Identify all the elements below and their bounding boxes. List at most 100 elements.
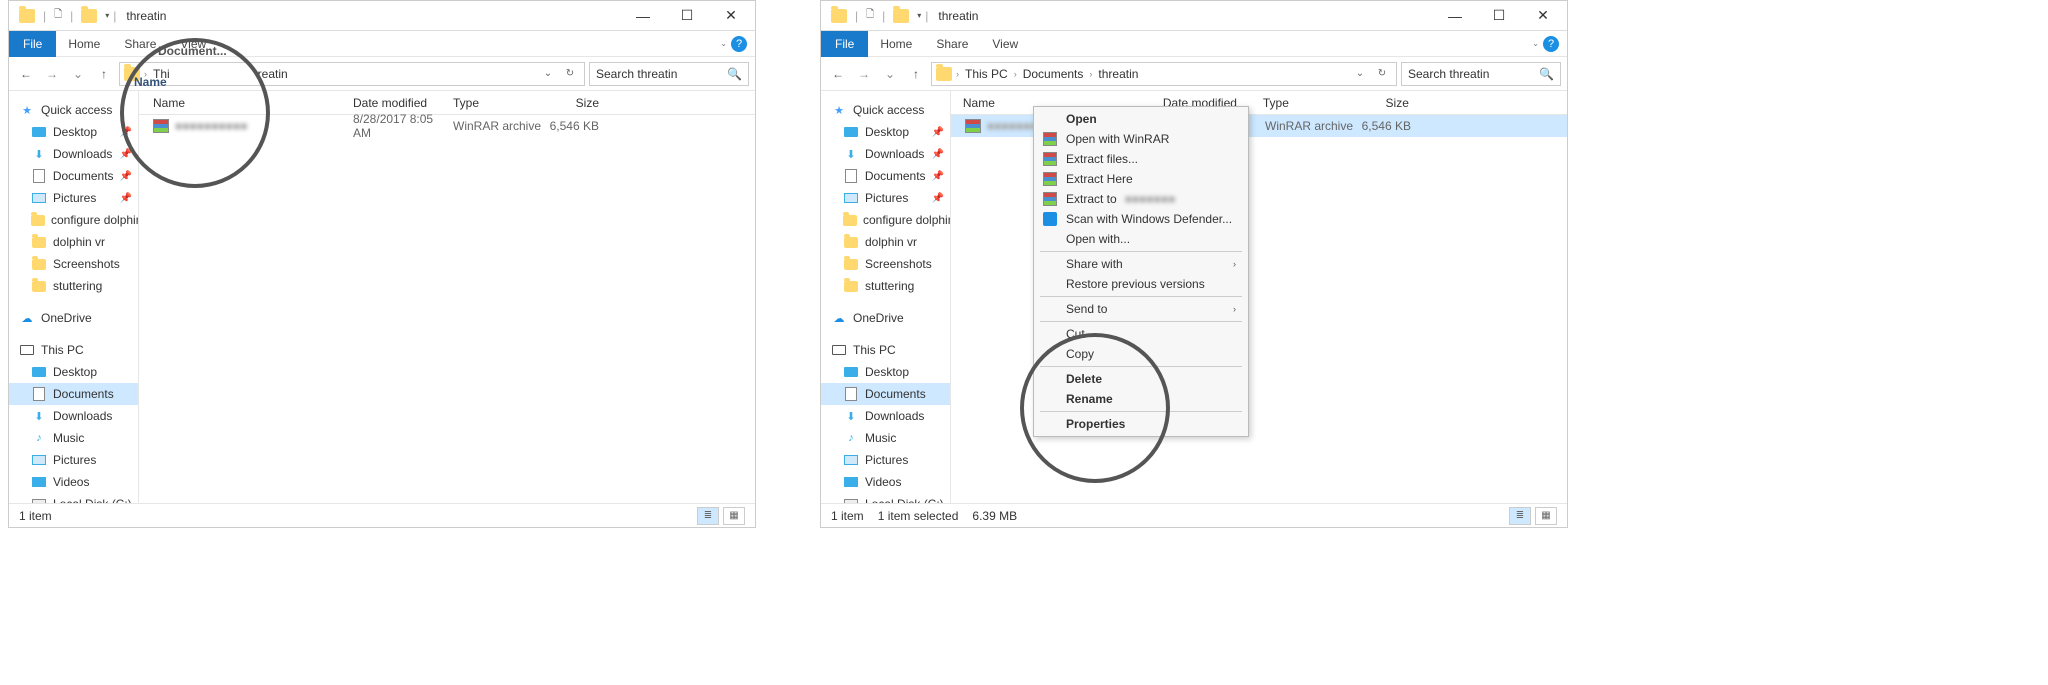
- chevron-right-icon[interactable]: ›: [1014, 69, 1017, 79]
- sidebar-this-pc[interactable]: This PC: [9, 339, 138, 361]
- sidebar-documents[interactable]: Documents: [9, 383, 138, 405]
- nav-forward-button[interactable]: →: [41, 63, 63, 85]
- file-row[interactable]: ■■■■■■■■■■ 8/28/2017 8:05 AM WinRAR arch…: [139, 115, 755, 137]
- view-tab[interactable]: View: [980, 32, 1030, 56]
- file-tab[interactable]: File: [9, 31, 56, 57]
- sidebar-music[interactable]: ♪Music: [9, 427, 138, 449]
- refresh-icon[interactable]: ↻: [1372, 63, 1392, 85]
- sidebar-videos[interactable]: Videos: [821, 471, 950, 493]
- minimize-button[interactable]: —: [1433, 2, 1477, 30]
- refresh-icon[interactable]: ↻: [560, 63, 580, 85]
- nav-forward-button[interactable]: →: [853, 63, 875, 85]
- nav-back-button[interactable]: ←: [15, 63, 37, 85]
- file-tab[interactable]: File: [821, 31, 868, 57]
- sidebar-pictures[interactable]: Pictures📌: [821, 187, 950, 209]
- ctx-scan-defender[interactable]: Scan with Windows Defender...: [1036, 209, 1246, 229]
- help-icon[interactable]: ?: [731, 36, 747, 52]
- ctx-open-with[interactable]: Open with...: [1036, 229, 1246, 249]
- nav-recent-icon[interactable]: ⌄: [67, 63, 89, 85]
- maximize-button[interactable]: ☐: [1477, 2, 1521, 30]
- ribbon-collapse-icon[interactable]: ⌄: [720, 39, 727, 48]
- sidebar-downloads[interactable]: ⬇Downloads📌: [821, 143, 950, 165]
- sidebar-pictures[interactable]: Pictures: [821, 449, 950, 471]
- col-date[interactable]: Date modified: [353, 96, 453, 110]
- search-icon[interactable]: 🔍: [1539, 67, 1554, 81]
- close-button[interactable]: ✕: [709, 2, 753, 30]
- chevron-right-icon[interactable]: ›: [1089, 69, 1092, 79]
- sidebar-folder[interactable]: dolphin vr: [9, 231, 138, 253]
- ctx-cut[interactable]: Cut: [1036, 324, 1246, 344]
- address-bar[interactable]: › Thi reatin ⌄ ↻: [119, 62, 585, 86]
- ctx-restore-versions[interactable]: Restore previous versions: [1036, 274, 1246, 294]
- ctx-share-with[interactable]: Share with›: [1036, 254, 1246, 274]
- maximize-button[interactable]: ☐: [665, 2, 709, 30]
- address-dropdown-icon[interactable]: ⌄: [1350, 63, 1370, 85]
- sidebar-folder[interactable]: configure dolphin v: [9, 209, 138, 231]
- nav-up-button[interactable]: ↑: [905, 63, 927, 85]
- sidebar-desktop[interactable]: Desktop: [821, 361, 950, 383]
- sidebar-folder[interactable]: dolphin vr: [821, 231, 950, 253]
- thumb-view-icon[interactable]: ▦: [1535, 507, 1557, 525]
- ctx-open[interactable]: Open: [1036, 109, 1246, 129]
- sidebar-folder[interactable]: Screenshots: [821, 253, 950, 275]
- col-size[interactable]: Size: [549, 96, 609, 110]
- address-dropdown-icon[interactable]: ⌄: [538, 63, 558, 85]
- sidebar-folder[interactable]: stuttering: [9, 275, 138, 297]
- sidebar-documents[interactable]: Documents: [821, 383, 950, 405]
- ctx-extract-here[interactable]: Extract Here: [1036, 169, 1246, 189]
- ctx-delete[interactable]: Delete: [1036, 369, 1246, 389]
- close-button[interactable]: ✕: [1521, 2, 1565, 30]
- sidebar-downloads[interactable]: ⬇Downloads📌: [9, 143, 138, 165]
- col-name[interactable]: Name: [153, 96, 353, 110]
- sidebar-desktop[interactable]: Desktop: [9, 361, 138, 383]
- share-tab[interactable]: Share: [924, 32, 980, 56]
- sidebar-documents[interactable]: Documents📌: [821, 165, 950, 187]
- sidebar-music[interactable]: ♪Music: [821, 427, 950, 449]
- minimize-button[interactable]: —: [621, 2, 665, 30]
- search-icon[interactable]: 🔍: [727, 67, 742, 81]
- col-type[interactable]: Type: [453, 96, 549, 110]
- nav-up-button[interactable]: ↑: [93, 63, 115, 85]
- col-size[interactable]: Size: [1359, 96, 1419, 110]
- sidebar-desktop[interactable]: Desktop📌: [821, 121, 950, 143]
- address-bar[interactable]: › This PC › Documents › threatin ⌄ ↻: [931, 62, 1397, 86]
- sidebar-this-pc[interactable]: This PC: [821, 339, 950, 361]
- ctx-extract-files[interactable]: Extract files...: [1036, 149, 1246, 169]
- ctx-rename[interactable]: Rename: [1036, 389, 1246, 409]
- ctx-open-winrar[interactable]: Open with WinRAR: [1036, 129, 1246, 149]
- sidebar-onedrive[interactable]: ☁OneDrive: [9, 307, 138, 329]
- details-view-icon[interactable]: ≣: [697, 507, 719, 525]
- nav-back-button[interactable]: ←: [827, 63, 849, 85]
- dropdown-icon[interactable]: ▾: [105, 11, 109, 20]
- breadcrumb[interactable]: threatin: [1094, 65, 1142, 83]
- save-icon[interactable]: 🗋: [862, 8, 878, 24]
- sidebar-pictures[interactable]: Pictures📌: [9, 187, 138, 209]
- details-view-icon[interactable]: ≣: [1509, 507, 1531, 525]
- dropdown-icon[interactable]: ▾: [917, 11, 921, 20]
- search-input[interactable]: Search threatin 🔍: [1401, 62, 1561, 86]
- sidebar-folder[interactable]: configure dolphin v: [821, 209, 950, 231]
- chevron-right-icon[interactable]: ›: [956, 69, 959, 79]
- sidebar-onedrive[interactable]: ☁OneDrive: [821, 307, 950, 329]
- breadcrumb[interactable]: This PC: [961, 65, 1012, 83]
- breadcrumb[interactable]: reatin: [254, 65, 292, 83]
- home-tab[interactable]: Home: [56, 32, 112, 56]
- sidebar-videos[interactable]: Videos: [9, 471, 138, 493]
- titlebar[interactable]: | 🗋 | ▾ | threatin — ☐ ✕: [821, 1, 1567, 31]
- ctx-copy[interactable]: Copy: [1036, 344, 1246, 364]
- sidebar-folder[interactable]: Screenshots: [9, 253, 138, 275]
- help-icon[interactable]: ?: [1543, 36, 1559, 52]
- search-input[interactable]: Search threatin 🔍: [589, 62, 749, 86]
- sidebar-desktop[interactable]: Desktop📌: [9, 121, 138, 143]
- col-type[interactable]: Type: [1263, 96, 1359, 110]
- sidebar-disk-c[interactable]: Local Disk (C:): [9, 493, 138, 503]
- sidebar-documents[interactable]: Documents📌: [9, 165, 138, 187]
- sidebar-disk-c[interactable]: Local Disk (C:): [821, 493, 950, 503]
- ctx-send-to[interactable]: Send to›: [1036, 299, 1246, 319]
- sidebar-downloads[interactable]: ⬇Downloads: [9, 405, 138, 427]
- ribbon-collapse-icon[interactable]: ⌄: [1532, 39, 1539, 48]
- ctx-extract-to[interactable]: Extract to ■■■■■■■: [1036, 189, 1246, 209]
- sidebar-quick-access[interactable]: ★Quick access: [9, 99, 138, 121]
- sidebar-downloads[interactable]: ⬇Downloads: [821, 405, 950, 427]
- ctx-properties[interactable]: Properties: [1036, 414, 1246, 434]
